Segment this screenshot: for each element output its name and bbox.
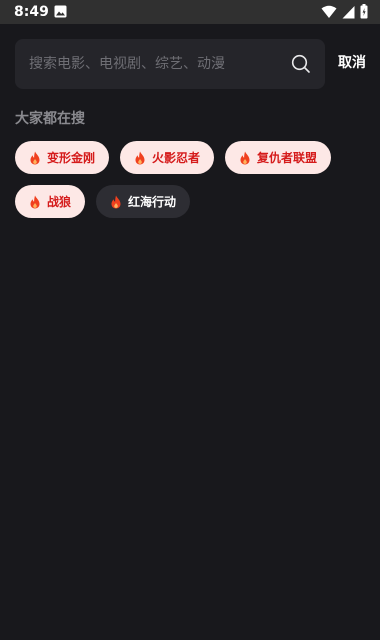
battery-icon: [360, 4, 368, 19]
image-icon: [54, 5, 67, 18]
search-icon[interactable]: [291, 54, 311, 74]
flame-icon: [240, 151, 250, 164]
chip-label: 红海行动: [128, 195, 177, 209]
flame-icon: [135, 151, 145, 164]
wifi-icon: [321, 5, 337, 18]
status-time: 8:49: [14, 4, 49, 20]
signal-icon: [342, 5, 355, 18]
chip-label: 战狼: [47, 195, 72, 209]
flame-icon: [111, 195, 121, 208]
flame-icon: [30, 151, 40, 164]
search-bar: 取消: [15, 39, 367, 89]
flame-icon: [30, 195, 40, 208]
search-input[interactable]: [29, 39, 279, 89]
hot-search-chip-5[interactable]: 红海行动: [96, 185, 191, 218]
chip-label: 复仇者联盟: [257, 151, 318, 165]
chip-label: 变形金刚: [47, 151, 96, 165]
hot-search-chip-1[interactable]: 变形金刚: [15, 141, 110, 174]
hot-search-chip-3[interactable]: 复仇者联盟: [225, 141, 332, 174]
search-box[interactable]: [15, 39, 325, 89]
hot-search-chip-4[interactable]: 战狼: [15, 185, 86, 218]
status-bar: 8:49: [0, 0, 380, 24]
status-icons: [321, 4, 368, 19]
cancel-button[interactable]: 取消: [338, 53, 366, 73]
hot-search-title: 大家都在搜: [15, 111, 85, 127]
chip-label: 火影忍者: [152, 151, 201, 165]
hot-search-chip-2[interactable]: 火影忍者: [120, 141, 215, 174]
